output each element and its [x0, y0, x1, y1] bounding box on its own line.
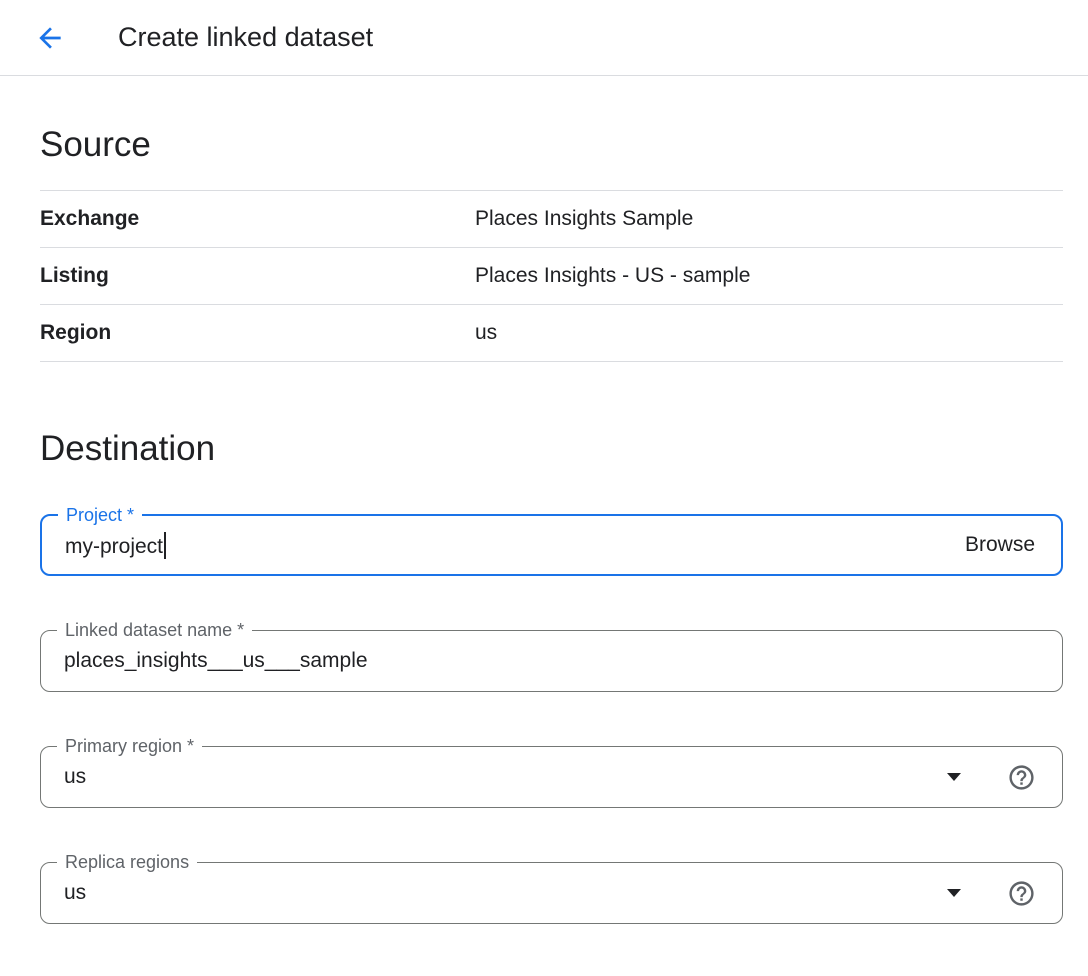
project-field-label: Project *: [58, 505, 142, 526]
dataset-name-input[interactable]: places_insights___us___sample: [41, 649, 368, 673]
primary-region-label: Primary region *: [57, 736, 202, 757]
primary-region-selected-value: us: [64, 765, 86, 788]
dataset-name-field[interactable]: Linked dataset name * places_insights___…: [40, 630, 1063, 692]
page-title: Create linked dataset: [118, 22, 373, 53]
replica-regions-help-button[interactable]: [1006, 878, 1036, 908]
row-value: us: [475, 321, 497, 345]
row-value: Places Insights - US - sample: [475, 264, 750, 288]
dataset-name-input-value: places_insights___us___sample: [64, 649, 368, 672]
back-button[interactable]: [32, 20, 68, 56]
replica-regions-label: Replica regions: [57, 852, 197, 873]
source-row-region: Region us: [40, 305, 1063, 362]
primary-region-select[interactable]: Primary region * us: [40, 746, 1063, 808]
main-content: Source Exchange Places Insights Sample L…: [0, 122, 1088, 924]
source-row-listing: Listing Places Insights - US - sample: [40, 248, 1063, 305]
replica-regions-value-wrap: us: [41, 881, 86, 905]
primary-region-value-wrap: us: [41, 765, 86, 789]
arrow-left-icon: [34, 22, 66, 54]
replica-regions-selected-value: us: [64, 881, 86, 904]
project-input-value: my-project: [65, 535, 163, 558]
dataset-name-field-label: Linked dataset name *: [57, 620, 252, 641]
text-cursor: [164, 532, 166, 559]
source-row-exchange: Exchange Places Insights Sample: [40, 191, 1063, 248]
chevron-down-icon: [947, 889, 961, 897]
row-value: Places Insights Sample: [475, 207, 693, 231]
project-field[interactable]: Project * my-project Browse: [40, 514, 1063, 576]
browse-button[interactable]: Browse: [965, 516, 1035, 574]
header: Create linked dataset: [0, 0, 1088, 76]
source-table: Exchange Places Insights Sample Listing …: [40, 190, 1063, 362]
primary-region-help-button[interactable]: [1006, 762, 1036, 792]
chevron-down-icon: [947, 773, 961, 781]
row-label: Region: [40, 321, 475, 345]
replica-regions-select[interactable]: Replica regions us: [40, 862, 1063, 924]
help-icon: [1007, 763, 1036, 792]
row-label: Listing: [40, 264, 475, 288]
destination-heading: Destination: [40, 426, 1063, 472]
project-input[interactable]: my-project: [42, 532, 166, 559]
help-icon: [1007, 879, 1036, 908]
row-label: Exchange: [40, 207, 475, 231]
source-heading: Source: [40, 122, 1063, 168]
